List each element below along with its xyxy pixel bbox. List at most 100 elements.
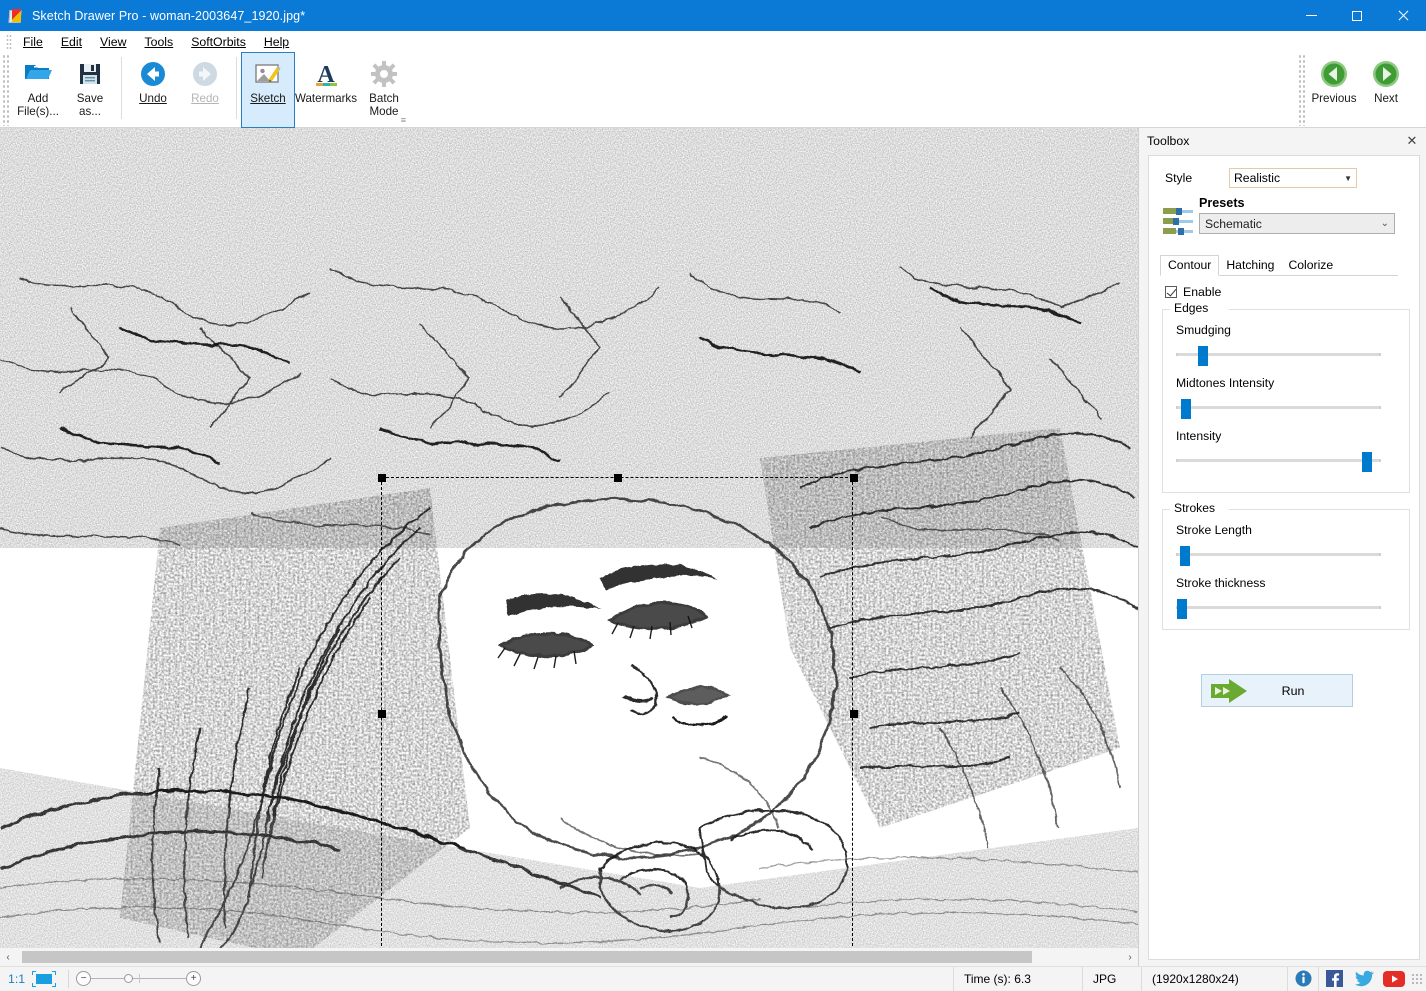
scrollbar-thumb[interactable] — [22, 951, 1032, 963]
stroke-length-slider[interactable] — [1176, 546, 1381, 562]
sketch-picture-pencil-icon — [253, 58, 283, 90]
zoom-out-button[interactable]: − — [76, 971, 91, 986]
toolbar-overflow-icon[interactable]: ≡ — [401, 115, 406, 125]
toolbar-separator-2 — [236, 57, 237, 119]
status-separator-6 — [1318, 967, 1319, 991]
stroke-length-track[interactable] — [1176, 553, 1381, 556]
info-icon[interactable] — [1292, 970, 1314, 988]
strokes-legend: Strokes — [1170, 501, 1219, 515]
stroke-length-thumb[interactable] — [1180, 546, 1190, 566]
zoom-in-button[interactable]: + — [186, 971, 201, 986]
close-button[interactable] — [1380, 0, 1426, 31]
tab-hatching[interactable]: Hatching — [1219, 256, 1281, 275]
time-label: Time (s): 6.3 — [954, 972, 1082, 986]
presets-dropdown[interactable]: Schematic ⌄ — [1199, 213, 1395, 234]
toolbar-grip-icon — [2, 54, 9, 126]
presets-title: Presets — [1199, 196, 1395, 210]
save-as-label: Saveas... — [77, 92, 103, 118]
undo-label: Undo — [139, 92, 167, 105]
previous-button[interactable]: Previous — [1308, 53, 1360, 127]
status-separator-1 — [68, 970, 69, 988]
stroke-length-label: Stroke Length — [1176, 523, 1403, 537]
next-button[interactable]: Next — [1360, 53, 1412, 127]
toolbox-body: Style Realistic ▼ — [1148, 155, 1420, 960]
redo-button[interactable]: Redo — [179, 53, 231, 127]
batch-mode-label: BatchMode — [369, 92, 399, 118]
maximize-button[interactable] — [1334, 0, 1380, 31]
nav-grip-icon — [1298, 54, 1305, 126]
tab-colorize[interactable]: Colorize — [1281, 256, 1340, 275]
intensity-slider[interactable] — [1176, 452, 1381, 468]
toolbox-close-icon[interactable]: ✕ — [1404, 133, 1420, 149]
zoom-slider-tick — [139, 974, 140, 983]
intensity-track[interactable] — [1176, 459, 1381, 462]
twitter-icon[interactable] — [1353, 970, 1375, 988]
stroke-thickness-label: Stroke thickness — [1176, 576, 1403, 590]
add-files-label: AddFile(s)... — [17, 92, 59, 118]
menu-item-edit[interactable]: Edit — [52, 33, 91, 51]
intensity-thumb[interactable] — [1362, 452, 1372, 472]
scroll-left-arrow-icon[interactable]: ‹ — [0, 948, 16, 966]
enable-checkbox[interactable] — [1165, 286, 1177, 298]
edges-group: Edges Smudging Midtones Intensity Intens… — [1162, 309, 1410, 493]
resize-grip-icon[interactable] — [1411, 973, 1423, 985]
style-dropdown[interactable]: Realistic ▼ — [1229, 168, 1357, 188]
sliders-equalizer-icon — [1163, 208, 1193, 242]
strokes-group: Strokes Stroke Length Stroke thickness — [1162, 509, 1410, 630]
watermarks-label: Watermarks — [295, 92, 357, 105]
toolbox-header: Toolbox ✕ — [1139, 128, 1426, 153]
menu-item-view[interactable]: View — [91, 33, 135, 51]
status-bar: 1:1 − + Time (s): 6.3 JPG (1920x1280x24) — [0, 966, 1426, 990]
midtones-intensity-track[interactable] — [1176, 406, 1381, 409]
run-button[interactable]: Run — [1201, 674, 1353, 707]
sketch-button[interactable]: Sketch — [242, 53, 294, 127]
toolbar-separator-1 — [121, 57, 122, 119]
stroke-thickness-thumb[interactable] — [1177, 599, 1187, 619]
menu-item-file[interactable]: File — [14, 33, 52, 51]
zoom-slider-thumb[interactable] — [124, 974, 133, 983]
enable-checkbox-row[interactable]: Enable — [1165, 285, 1419, 299]
status-separator-5 — [1287, 967, 1288, 991]
redo-arrow-icon — [191, 58, 219, 90]
presets-value: Schematic — [1205, 217, 1262, 231]
menu-item-help[interactable]: Help — [255, 33, 298, 51]
smudging-thumb[interactable] — [1198, 346, 1208, 366]
enable-label: Enable — [1183, 285, 1221, 299]
stroke-thickness-slider[interactable] — [1176, 599, 1381, 615]
midtones-intensity-slider[interactable] — [1176, 399, 1381, 415]
toolbox-panel: Toolbox ✕ Style Realistic ▼ — [1138, 128, 1426, 966]
application-window: Sketch Drawer Pro - woman-2003647_1920.j… — [0, 0, 1426, 990]
previous-arrow-icon — [1319, 58, 1349, 90]
image-canvas[interactable] — [0, 128, 1138, 948]
format-label: JPG — [1083, 972, 1141, 986]
undo-button[interactable]: Undo — [127, 53, 179, 127]
menu-item-tools[interactable]: Tools — [135, 33, 182, 51]
toolbar: AddFile(s)... Saveas... — [0, 53, 1426, 128]
save-as-button[interactable]: Saveas... — [64, 53, 116, 127]
chevron-down-icon: ▼ — [1344, 174, 1352, 183]
menu-item-softorbits[interactable]: SoftOrbits — [182, 33, 255, 51]
watermarks-button[interactable]: A Watermarks — [294, 53, 358, 127]
menu-bar: File Edit View Tools SoftOrbits Help — [0, 31, 1426, 53]
scrollbar-track[interactable] — [16, 948, 1122, 966]
add-files-button[interactable]: AddFile(s)... — [12, 53, 64, 127]
title-bar: Sketch Drawer Pro - woman-2003647_1920.j… — [0, 0, 1426, 31]
midtones-intensity-thumb[interactable] — [1181, 399, 1191, 419]
stroke-thickness-track[interactable] — [1176, 606, 1381, 609]
chevron-down-icon-presets: ⌄ — [1381, 218, 1389, 229]
batch-mode-button[interactable]: BatchMode ≡ — [358, 53, 410, 127]
open-folder-icon — [23, 58, 53, 90]
run-wrapper: Run — [1201, 674, 1353, 707]
facebook-icon[interactable] — [1323, 970, 1345, 988]
fit-to-screen-icon[interactable] — [31, 971, 57, 987]
next-label: Next — [1374, 92, 1398, 105]
minimize-button[interactable] — [1288, 0, 1334, 31]
canvas-horizontal-scrollbar[interactable]: ‹ › — [0, 948, 1138, 966]
youtube-icon[interactable] — [1383, 970, 1405, 988]
smudging-slider[interactable] — [1176, 346, 1381, 362]
gear-icon — [370, 58, 398, 90]
scroll-right-arrow-icon[interactable]: › — [1122, 948, 1138, 966]
zoom-slider[interactable]: − + — [76, 971, 201, 986]
window-controls — [1288, 0, 1426, 31]
tab-contour[interactable]: Contour — [1160, 255, 1219, 276]
